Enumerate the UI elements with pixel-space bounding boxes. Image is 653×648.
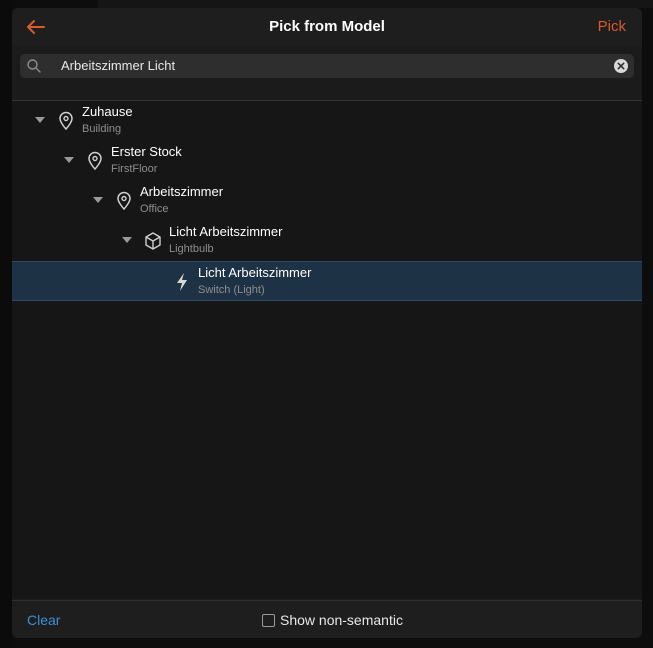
tree-node-title: Licht Arbeitszimmer: [198, 265, 312, 280]
clear-button[interactable]: Clear: [27, 612, 60, 628]
show-nonsemantic-toggle[interactable]: Show non-semantic: [262, 611, 403, 629]
navbar: Pick from Model Pick: [12, 8, 642, 46]
cube-icon: [145, 232, 161, 250]
show-nonsemantic-label: Show non-semantic: [280, 612, 403, 628]
tree-node-title: Zuhause: [82, 104, 133, 119]
tree-node-subtitle: Lightbulb: [169, 243, 214, 255]
tree-node-arbeitszimmer[interactable]: Arbeitszimmer Office: [12, 181, 642, 221]
show-nonsemantic-checkbox[interactable]: [262, 613, 275, 627]
page-title: Pick from Model: [269, 18, 385, 35]
pick-button[interactable]: Pick: [598, 18, 626, 35]
location-pin-icon: [88, 151, 102, 171]
tree-node-title: Arbeitszimmer: [140, 184, 224, 199]
clear-circle-icon[interactable]: [613, 58, 629, 74]
caret-down-icon[interactable]: [34, 115, 46, 125]
tree-node-subtitle: Switch (Light): [198, 284, 265, 296]
tree-node-title: Licht Arbeitszimmer: [169, 224, 283, 239]
background-left-edge: [0, 0, 12, 648]
caret-down-icon[interactable]: [63, 155, 75, 165]
caret-down-icon[interactable]: [121, 235, 133, 245]
background-top-strip: [98, 0, 653, 8]
model-tree: Zuhause Building Erster Stock FirstFloor: [12, 100, 642, 599]
tree-node-licht-switch[interactable]: Licht Arbeitszimmer Switch (Light): [12, 261, 642, 301]
tree-node-subtitle: Office: [140, 203, 169, 215]
tree-node-licht-equipment[interactable]: Licht Arbeitszimmer Lightbulb: [12, 221, 642, 261]
pick-from-model-dialog: Pick from Model Pick Zuhause Building: [12, 8, 642, 638]
caret-down-icon[interactable]: [92, 195, 104, 205]
tree-node-title: Erster Stock: [111, 144, 182, 159]
bottom-toolbar: Clear Show non-semantic: [12, 600, 642, 638]
search-input[interactable]: [61, 54, 601, 78]
tree-node-erster-stock[interactable]: Erster Stock FirstFloor: [12, 141, 642, 181]
search-separator: [12, 85, 642, 99]
location-pin-icon: [117, 191, 131, 211]
bolt-icon: [177, 273, 187, 291]
tree-node-subtitle: Building: [82, 123, 122, 135]
location-pin-icon: [59, 111, 73, 131]
searchbar: [20, 54, 634, 78]
search-icon: [27, 59, 41, 73]
tree-node-zuhause[interactable]: Zuhause Building: [12, 101, 642, 141]
tree-node-subtitle: FirstFloor: [111, 163, 158, 175]
